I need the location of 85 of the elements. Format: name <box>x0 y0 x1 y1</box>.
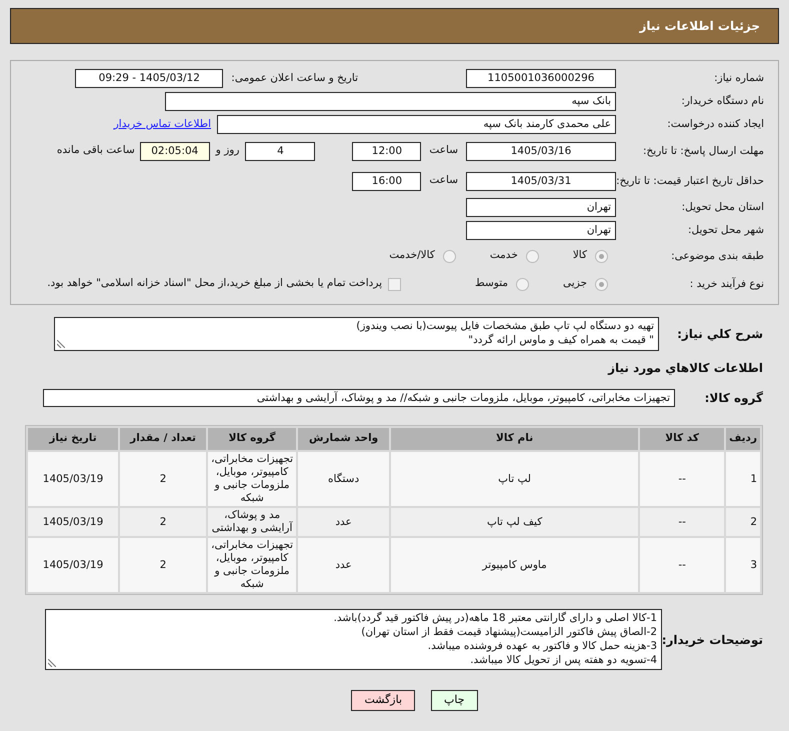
column-header: گروه کالا <box>208 428 296 450</box>
table-cell: -- <box>640 452 724 506</box>
radio-button[interactable] <box>516 278 530 290</box>
description-textarea[interactable]: تهیه دو دستگاه لپ تاپ طبق مشخصات فایل پیوست(با نصب ویندوز) " قیمت به همراه کیف و ماوس ارائه گردد" <box>54 317 659 351</box>
radio-label: جزیی <box>563 276 587 292</box>
column-header: ردیف <box>726 428 760 450</box>
table-cell: 2 <box>120 538 206 592</box>
text-line: " قیمت به همراه کیف و ماوس ارائه گردد" <box>468 333 654 347</box>
table-cell: ماوس کامپیوتر <box>391 538 638 592</box>
radio-button[interactable] <box>595 278 608 290</box>
field-label: توضیحات خریدار: <box>662 632 763 648</box>
buyer-notes-textarea[interactable] <box>45 609 662 670</box>
radio-label: کالا <box>572 248 587 264</box>
column-header: تاریخ نیاز <box>28 428 118 450</box>
table-cell: تجهیزات مخابراتی، کامپیوتر، موبایل، ملزومات جانبی و شبکه <box>208 452 296 506</box>
field-label: ایجاد کننده درخواست: <box>666 118 765 131</box>
radio-label: خدمت <box>490 248 518 264</box>
column-header: کد کالا <box>640 428 724 450</box>
text-line: 4-تسویه دو هفته پس از تحویل کالا میباشد. <box>470 653 657 667</box>
resize-grip-icon[interactable] <box>57 340 65 348</box>
table-cell: 2 <box>120 452 206 506</box>
page-title: جزئیات اطلاعات نیاز <box>639 18 760 35</box>
table-cell: عدد <box>298 508 390 536</box>
field-label: ساعت باقی مانده <box>56 143 135 158</box>
field-label: شهر محل تحویل: <box>687 224 765 237</box>
table-cell: کیف لپ تاپ <box>391 508 638 536</box>
field-label: تاریخ و ساعت اعلان عمومی: <box>231 70 358 86</box>
radio-label: کالا/خدمت <box>389 248 435 264</box>
section-heading: اطلاعات کالاهاي مورد نياز <box>606 360 763 377</box>
field-label: شرح کلي نياز: <box>676 326 763 343</box>
print-button[interactable]: چاپ <box>431 690 478 710</box>
field-label: روز و <box>216 143 240 158</box>
field-label: مهلت ارسال پاسخ: تا تاریخ: <box>642 144 765 158</box>
table-cell: عدد <box>298 538 390 592</box>
days-field[interactable]: 4 <box>245 142 316 160</box>
need-number-field[interactable]: 1105001036000296 <box>466 69 616 88</box>
requester-field[interactable]: علی محمدی کارمند بانک سپه <box>217 115 616 134</box>
radio-button[interactable] <box>442 250 456 262</box>
table-cell: 1405/03/19 <box>28 538 118 592</box>
table-cell: 1405/03/19 <box>28 508 118 536</box>
field-label: ساعت <box>429 173 458 188</box>
time-field[interactable]: 12:00 <box>352 142 422 160</box>
field-label: شماره نیاز: <box>713 72 765 85</box>
table-cell: تجهیزات مخابراتی، کامپیوتر، موبایل، ملزومات جانبی و شبکه <box>208 538 296 592</box>
contact-link[interactable]: اطلاعات تماس خریدار <box>114 116 211 132</box>
field-label: نام دستگاه خریدار: <box>680 95 765 108</box>
table-cell: دستگاه <box>298 452 390 506</box>
goods-group-field[interactable]: تجهیزات مخابراتی، کامپیوتر، موبایل، ملزومات جانبی و شبکه// مد و پوشاک، آرایشی و بهداشتی <box>43 389 675 407</box>
table-cell: -- <box>640 538 724 592</box>
back-button[interactable]: بازگشت <box>351 690 416 710</box>
text-line: 1-کالا اصلی و دارای گارانتی معتبر 18 ماهه(در پیش فاکتور قید گردد)باشد. <box>334 611 657 625</box>
table-cell: 1 <box>726 452 760 506</box>
field-label: حداقل تاریخ اعتبار قیمت: تا تاریخ: <box>616 174 765 188</box>
table-cell: لپ تاپ <box>391 452 638 506</box>
field-label: نوع فرآیند خرید : <box>688 278 765 290</box>
announce-date-field[interactable]: 1405/03/12 - 09:29 <box>75 69 224 88</box>
field-label: طبقه بندی موضوعی: <box>670 250 765 262</box>
resize-grip-icon[interactable] <box>48 659 56 667</box>
date-field[interactable]: 1405/03/16 <box>466 142 616 160</box>
buyer-org-field[interactable]: بانک سپه <box>165 92 616 111</box>
province-field[interactable]: تهران <box>466 198 616 217</box>
checkbox-label: پرداخت تمام یا بخشی از مبلغ خرید،از محل "اسناد خزانه اسلامی" خواهد بود. <box>47 276 382 292</box>
column-header: تعداد / مقدار <box>120 428 206 450</box>
column-header: واحد شمارش <box>298 428 390 450</box>
date-field[interactable]: 1405/03/31 <box>466 172 616 190</box>
field-label: گروه کالا: <box>704 390 763 407</box>
table-cell: 2 <box>726 508 760 536</box>
time-field[interactable]: 16:00 <box>352 172 422 190</box>
radio-label: متوسط <box>475 276 508 292</box>
text-line: تهیه دو دستگاه لپ تاپ طبق مشخصات فایل پیوست(با نصب ویندوز) <box>356 319 654 333</box>
radio-button[interactable] <box>595 250 608 262</box>
table-cell: 2 <box>120 508 206 536</box>
field-label: استان محل تحویل: <box>680 201 765 214</box>
column-header: نام کالا <box>391 428 638 450</box>
field-label: ساعت <box>429 143 458 158</box>
radio-button[interactable] <box>526 250 539 262</box>
table-cell: 1405/03/19 <box>28 452 118 506</box>
table-cell: مد و پوشاک، آرایشی و بهداشتی <box>208 508 296 536</box>
checkbox[interactable] <box>388 278 402 290</box>
remaining-time-field[interactable]: 02:05:04 <box>140 142 210 160</box>
text-line: 3-هزینه حمل کالا و فاکتور به عهده فروشنده میباشد. <box>428 639 657 653</box>
table-cell: -- <box>640 508 724 536</box>
city-field[interactable]: تهران <box>466 221 616 240</box>
table-cell: 3 <box>726 538 760 592</box>
text-line: 2-الصاق پیش فاکتور الزامیست(پیشنهاد قیمت فقط از استان تهران) <box>361 625 657 639</box>
